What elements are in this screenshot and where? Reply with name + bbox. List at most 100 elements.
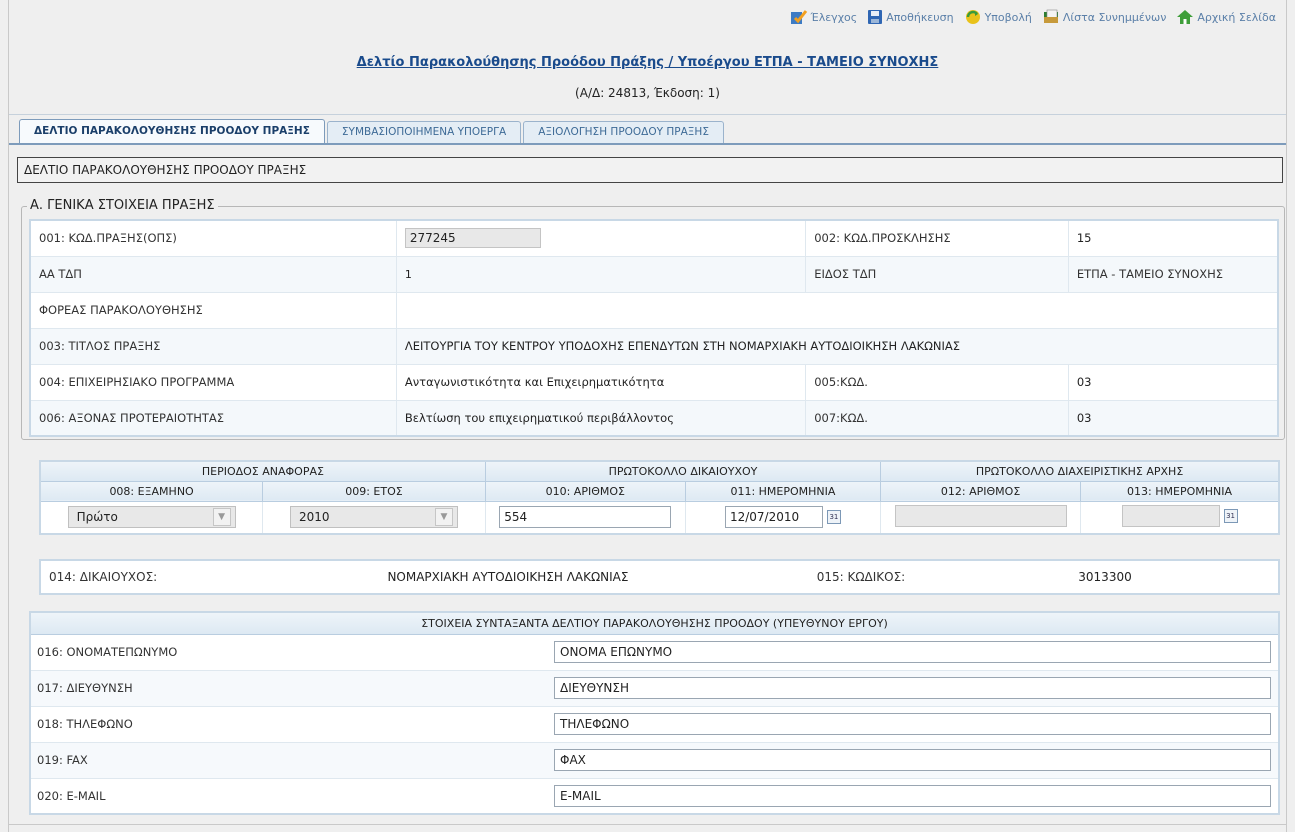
beneficiary-label: 014: ΔΙΚΑΙΟΥΧΟΣ: (49, 570, 158, 584)
check-label: Έλεγχος (810, 10, 858, 24)
tab-progress-evaluation[interactable]: ΑΞΙΟΛΟΓΗΣΗ ΠΡΟΟΔΟΥ ΠΡΑΞΗΣ (523, 121, 724, 143)
table-row: 017: ΔΙΕΥΘΥΝΣΗ ΔΙΕΥΘΥΝΣΗ (30, 670, 1279, 707)
table-row: ΑΑ ΤΔΠ 1 ΕΙΔΟΣ ΤΔΠ ΕΤΠΑ - ΤΑΜΕΙΟ ΣΥΝΟΧΗΣ (29, 255, 1279, 293)
bottom-divider (9, 824, 1286, 825)
check-button[interactable]: Έλεγχος (790, 9, 858, 25)
year-value: 2010 (298, 510, 330, 525)
contact-header: ΣΤΟΙΧΕΙΑ ΣΥΝΤΑΞΑΝΤΑ ΔΕΛΤΙΟΥ ΠΑΡΑΚΟΛΟΥΘΗΣ… (29, 611, 1280, 635)
authority-number-input[interactable] (894, 504, 1067, 527)
attachments-button[interactable]: Λίστα Συνημμένων (1042, 9, 1166, 25)
number-header: 010: ΑΡΙΘΜΟΣ (484, 480, 686, 502)
general-table: 001: ΚΩΔ.ΠΡΑΞΗΣ(ΟΠΣ) 277245 002: ΚΩΔ.ΠΡΟ… (29, 219, 1279, 437)
tab-contracted-subprojects[interactable]: ΣΥΜΒΑΣΙΟΠΟΙΗΜΕΝΑ ΥΠΟΕΡΓΑ (326, 121, 522, 143)
auth-number-header: 012: ΑΡΙΘΜΟΣ (880, 480, 1082, 502)
save-icon (867, 9, 883, 25)
auth-date-picker: 31 (1121, 504, 1238, 527)
address-label: 017: ΔΙΕΥΘΥΝΣΗ (30, 670, 548, 707)
chevron-down-icon[interactable]: ▼ (212, 508, 231, 527)
op-code-value: 03 (1067, 363, 1279, 401)
axis-code-label: 007:ΚΩΔ. (805, 399, 1069, 437)
beneficiary-date-input[interactable]: 12/07/2010 (724, 506, 823, 529)
save-button[interactable]: Αποθήκευση (867, 9, 954, 25)
fullname-input[interactable]: ΟΝΟΜΑ ΕΠΩΝΥΜΟ (554, 641, 1271, 663)
email-input[interactable]: E-MAIL (554, 784, 1271, 807)
attachments-label: Λίστα Συνημμένων (1062, 10, 1167, 24)
beneficiary-number-input[interactable]: 554 (499, 506, 672, 529)
period-input-row: Πρώτο ▼ 2010 ▼ 554 12/07/2010 31 31 (39, 500, 1280, 535)
submit-label: Υποβολή (984, 10, 1032, 24)
year-cell: 2010 ▼ (262, 500, 486, 535)
submit-button[interactable]: Υποβολή (964, 9, 1032, 25)
year-select[interactable]: 2010 ▼ (289, 506, 458, 529)
document-title[interactable]: Δελτίο Παρακολούθησης Προόδου Πράξης / Υ… (9, 55, 1286, 70)
table-row: 018: ΤΗΛΕΦΩΝΟ ΤΗΛΕΦΩΝΟ (30, 706, 1279, 743)
beneficiary-code-label: 015: ΚΩΔΙΚΟΣ: (816, 570, 906, 584)
fax-cell: ΦΑΧ (548, 742, 1279, 779)
project-title-label: 003: ΤΙΤΛΟΣ ΠΡΑΞΗΣ (29, 327, 397, 365)
axis-code-value: 03 (1067, 399, 1279, 437)
tdp-type-label: ΕΙΔΟΣ ΤΔΠ (805, 255, 1069, 293)
phone-cell: ΤΗΛΕΦΩΝΟ (548, 706, 1279, 743)
op-code-label: 005:ΚΩΔ. (805, 363, 1069, 401)
table-row: 016: ΟΝΟΜΑΤΕΠΩΝΥΜΟ ΟΝΟΜΑ ΕΠΩΝΥΜΟ (30, 634, 1279, 671)
beneficiary-protocol-header: ΠΡΩΤΟΚΟΛΛΟ ΔΙΚΑΙΟΥΧΟΥ (484, 460, 882, 482)
monitoring-body-label: ΦΟΡΕΑΣ ΠΑΡΑΚΟΛΟΥΘΗΣΗΣ (29, 291, 397, 329)
axis-value: Βελτίωση του επιχειρηματικού περιβάλλοντ… (395, 399, 807, 437)
calendar-icon[interactable]: 31 (1223, 508, 1238, 523)
home-icon (1176, 9, 1194, 25)
general-legend: Α. ΓΕΝΙΚΑ ΣΤΟΙΧΕΙΑ ΠΡΑΞΗΣ (27, 198, 218, 213)
project-code-field[interactable]: 277245 (404, 228, 541, 249)
project-code-label: 001: ΚΩΔ.ΠΡΑΞΗΣ(ΟΠΣ) (29, 219, 397, 257)
home-label: Αρχική Σελίδα (1197, 10, 1276, 24)
date-picker: 12/07/2010 31 (724, 506, 841, 529)
date-cell: 12/07/2010 31 (684, 500, 882, 535)
tab-bar: ΔΕΛΤΙΟ ΠΑΡΑΚΟΛΟΥΘΗΣΗΣ ΠΡΟΟΔΟΥ ΠΡΑΞΗΣ ΣΥΜ… (19, 119, 724, 143)
chevron-down-icon[interactable]: ▼ (434, 508, 453, 527)
authority-date-input[interactable] (1121, 504, 1220, 527)
home-button[interactable]: Αρχική Σελίδα (1176, 9, 1276, 25)
semester-select[interactable]: Πρώτο ▼ (67, 506, 236, 529)
auth-date-cell: 31 (1080, 500, 1280, 535)
email-cell: E-MAIL (548, 778, 1279, 815)
header-divider (9, 114, 1286, 115)
tab-progress-report[interactable]: ΔΕΛΤΙΟ ΠΑΡΑΚΟΛΟΥΘΗΣΗΣ ΠΡΟΟΔΟΥ ΠΡΑΞΗΣ (19, 119, 325, 143)
page-frame: Έλεγχος Αποθήκευση Υποβολή Λίστα Συνημμέ… (8, 0, 1287, 832)
phone-input[interactable]: ΤΗΛΕΦΩΝΟ (554, 713, 1271, 735)
period-table: ΠΕΡΙΟΔΟΣ ΑΝΑΦΟΡΑΣ ΠΡΩΤΟΚΟΛΛΟ ΔΙΚΑΙΟΥΧΟΥ … (39, 460, 1280, 535)
address-cell: ΔΙΕΥΘΥΝΣΗ (548, 670, 1279, 707)
year-header: 009: ΕΤΟΣ (262, 480, 486, 502)
project-code-cell: 277245 (395, 219, 807, 257)
number-cell: 554 (484, 500, 686, 535)
semester-cell: Πρώτο ▼ (39, 500, 264, 535)
fax-input[interactable]: ΦΑΧ (554, 749, 1271, 771)
date-header: 011: ΗΜΕΡΟΜΗΝΙΑ (684, 480, 882, 502)
beneficiary-table: 014: ΔΙΚΑΙΟΥΧΟΣ: ΝΟΜΑΡΧΙΑΚΗ ΑΥΤΟΔΙΟΙΚΗΣΗ… (39, 559, 1280, 595)
table-row: 006: ΑΞΟΝΑΣ ΠΡΟΤΕΡΑΙΟΤΗΤΑΣ Βελτίωση του … (29, 399, 1279, 437)
section-banner: ΔΕΛΤΙΟ ΠΑΡΑΚΟΛΟΥΘΗΣΗΣ ΠΡΟΟΔΟΥ ΠΡΑΞΗΣ (17, 157, 1283, 183)
table-row: 019: FAX ΦΑΧ (30, 742, 1279, 779)
submit-icon (964, 9, 982, 25)
tdp-type-value: ΕΤΠΑ - ΤΑΜΕΙΟ ΣΥΝΟΧΗΣ (1067, 255, 1279, 293)
auth-number-cell (880, 500, 1082, 535)
document-subtitle: (Α/Δ: 24813, Έκδοση: 1) (575, 86, 720, 100)
calendar-icon[interactable]: 31 (826, 510, 841, 525)
table-row: ΦΟΡΕΑΣ ΠΑΡΑΚΟΛΟΥΘΗΣΗΣ (29, 291, 1279, 329)
period-column-row: 008: ΕΞΑΜΗΝΟ 009: ΕΤΟΣ 010: ΑΡΙΘΜΟΣ 011:… (39, 480, 1280, 502)
table-row: 014: ΔΙΚΑΙΟΥΧΟΣ: ΝΟΜΑΡΧΙΑΚΗ ΑΥΤΟΔΙΟΙΚΗΣΗ… (40, 560, 1279, 594)
authority-protocol-header: ΠΡΩΤΟΚΟΛΛΟ ΔΙΑΧΕΙΡΙΣΤΙΚΗΣ ΑΡΧΗΣ (880, 460, 1280, 482)
period-group-row: ΠΕΡΙΟΔΟΣ ΑΝΑΦΟΡΑΣ ΠΡΩΤΟΚΟΛΛΟ ΔΙΚΑΙΟΥΧΟΥ … (39, 460, 1280, 482)
report-period-header: ΠΕΡΙΟΔΟΣ ΑΝΑΦΟΡΑΣ (39, 460, 486, 482)
project-title-value: ΛΕΙΤΟΥΡΓΙΑ ΤΟΥ ΚΕΝΤΡΟΥ ΥΠΟΔΟΧΗΣ ΕΠΕΝΔΥΤΩ… (395, 327, 1279, 365)
top-toolbar: Έλεγχος Αποθήκευση Υποβολή Λίστα Συνημμέ… (790, 6, 1276, 28)
attachments-icon (1042, 9, 1060, 25)
fax-label: 019: FAX (30, 742, 548, 779)
op-label: 004: ΕΠΙΧΕΙΡΗΣΙΑΚΟ ΠΡΟΓΡΑΜΜΑ (29, 363, 397, 401)
semester-header: 008: ΕΞΑΜΗΝΟ (39, 480, 264, 502)
address-input[interactable]: ΔΙΕΥΘΥΝΣΗ (554, 677, 1271, 699)
table-row: 003: ΤΙΤΛΟΣ ΠΡΑΞΗΣ ΛΕΙΤΟΥΡΓΙΑ ΤΟΥ ΚΕΝΤΡΟ… (29, 327, 1279, 365)
table-row: 004: ΕΠΙΧΕΙΡΗΣΙΑΚΟ ΠΡΟΓΡΑΜΜΑ Ανταγωνιστι… (29, 363, 1279, 401)
op-value: Ανταγωνιστικότητα και Επιχειρηματικότητα (395, 363, 807, 401)
table-row: 001: ΚΩΔ.ΠΡΑΞΗΣ(ΟΠΣ) 277245 002: ΚΩΔ.ΠΡΟ… (29, 219, 1279, 257)
call-code-label: 002: ΚΩΔ.ΠΡΟΣΚΛΗΣΗΣ (805, 219, 1069, 257)
contact-header-row: ΣΤΟΙΧΕΙΑ ΣΥΝΤΑΞΑΝΤΑ ΔΕΛΤΙΟΥ ΠΑΡΑΚΟΛΟΥΘΗΣ… (29, 611, 1280, 635)
